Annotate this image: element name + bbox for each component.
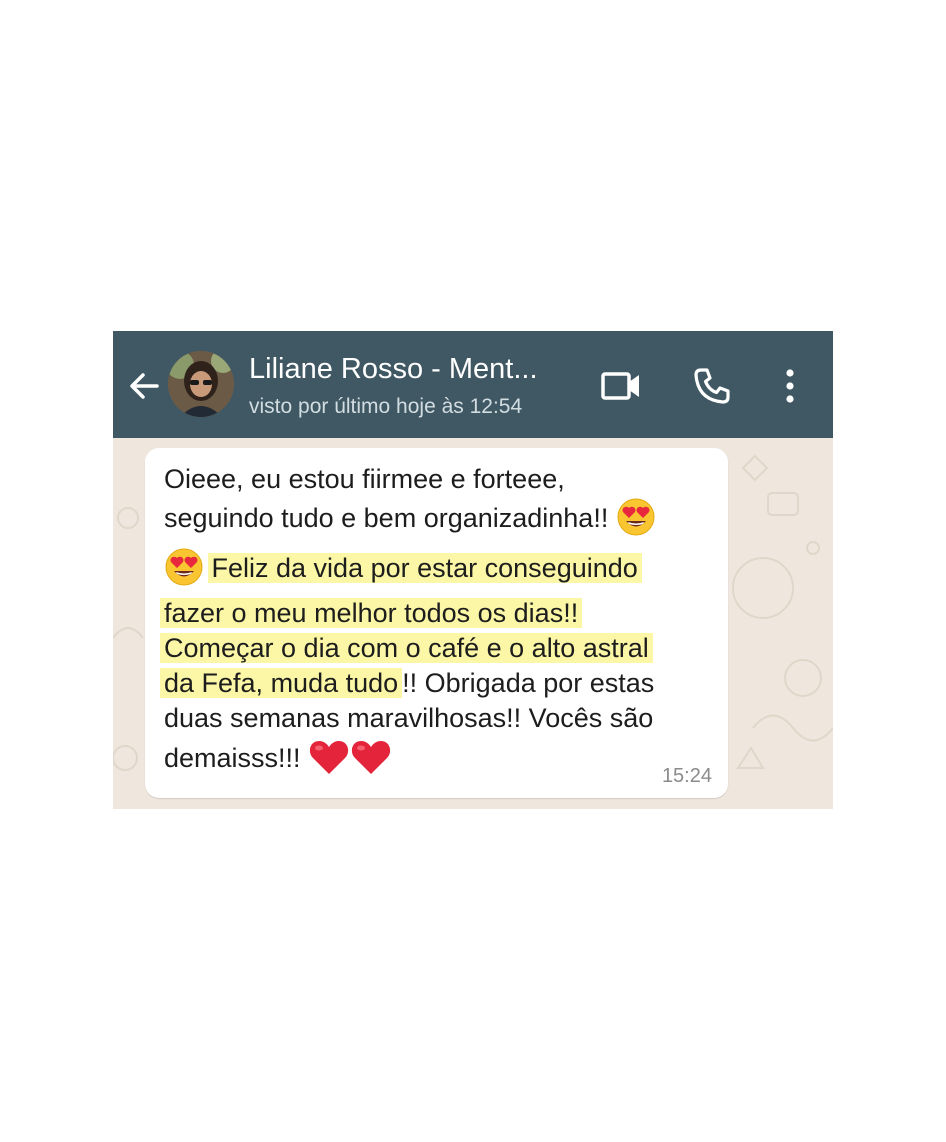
heart-eyes-emoji xyxy=(617,498,655,536)
message-line: seguindo tudo e bem organizadinha!! xyxy=(164,498,656,536)
red-heart-emoji xyxy=(351,740,391,774)
message-text: !! Obrigada por estas xyxy=(402,668,655,698)
highlighted-text: Começar o dia com o café e o alto astral xyxy=(160,633,653,663)
highlighted-text: Feliz da vida por estar conseguindo xyxy=(207,553,642,583)
chat-header: Liliane Rosso - Ment... visto por último… xyxy=(113,331,833,438)
phone-icon[interactable] xyxy=(691,365,733,407)
highlighted-text: da Fefa, muda tudo xyxy=(160,668,403,698)
red-heart-emoji xyxy=(309,740,349,774)
message-line: duas semanas maravilhosas!! Vocês são xyxy=(164,703,654,733)
contact-name[interactable]: Liliane Rosso - Ment... xyxy=(249,353,538,386)
message-timestamp: 15:24 xyxy=(661,765,712,787)
message-line: da Fefa, muda tudo!! Obrigada por estas xyxy=(160,666,655,700)
heart-eyes-emoji xyxy=(165,548,203,586)
avatar[interactable] xyxy=(168,351,234,417)
message-line: fazer o meu melhor todos os dias!! xyxy=(160,596,583,630)
message-text: seguindo tudo e bem organizadinha!! xyxy=(164,503,609,533)
message-line: Oieee, eu estou fiirmee e forteee, xyxy=(164,464,565,494)
arrow-left-icon[interactable] xyxy=(127,369,161,403)
message-line: Começar o dia com o café e o alto astral xyxy=(160,631,653,665)
more-vert-icon[interactable] xyxy=(769,365,811,407)
message-line: demaisss!!! xyxy=(164,740,392,775)
video-call-icon[interactable] xyxy=(600,365,642,407)
message-bubble[interactable]: Oieee, eu estou fiirmee e forteee, segui… xyxy=(145,448,728,798)
message-text: demaisss!!! xyxy=(164,743,301,773)
last-seen-status: visto por último hoje às 12:54 xyxy=(249,395,523,418)
message-line: Feliz da vida por estar conseguindo xyxy=(164,548,642,586)
chat-screen: Liliane Rosso - Ment... visto por último… xyxy=(113,331,833,809)
highlighted-text: fazer o meu melhor todos os dias!! xyxy=(160,598,583,628)
